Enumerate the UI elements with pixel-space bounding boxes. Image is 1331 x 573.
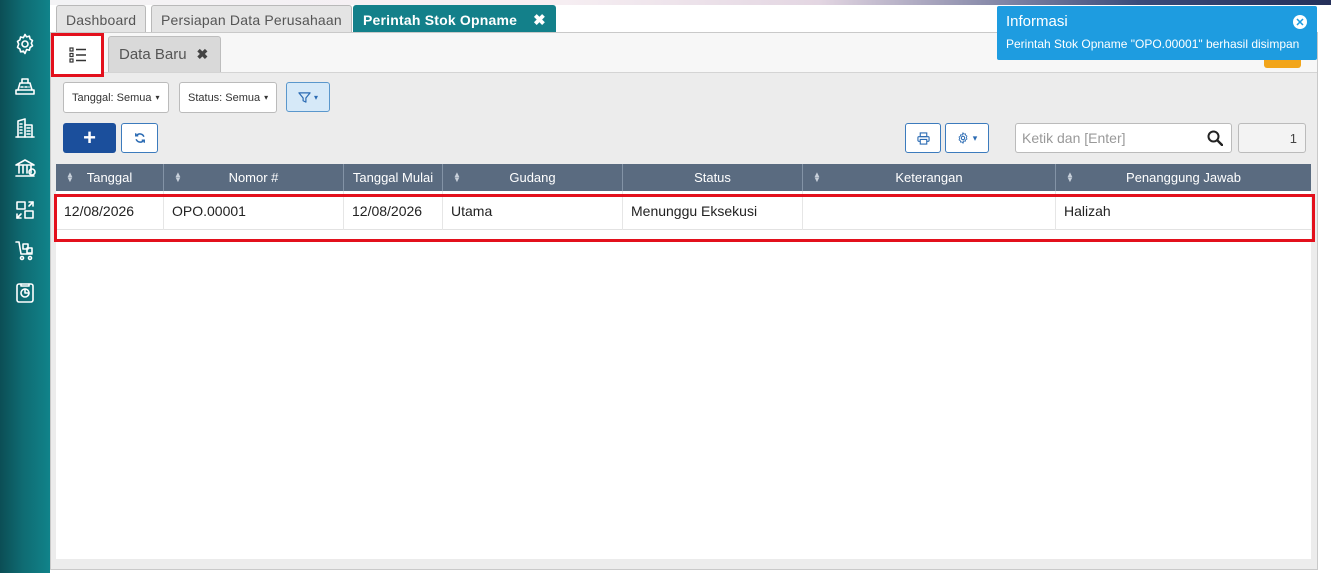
inventory-transfer-icon[interactable]: [11, 196, 39, 224]
sort-icon: ▲ ▼: [453, 170, 461, 184]
settings-button[interactable]: ▾: [945, 123, 989, 153]
grid-header: ▲ ▼ Tanggal ▲ ▼ Nomor # Tanggal Mulai ▲ ▼ G…: [56, 164, 1311, 191]
cell-keterangan: [803, 191, 1056, 230]
close-icon[interactable]: ✖: [533, 11, 546, 29]
filter-icon: [298, 91, 311, 103]
notification-toast: Informasi Perintah Stok Opname "OPO.0000…: [997, 6, 1317, 60]
column-label: Gudang: [509, 170, 556, 185]
cell-nomor: OPO.00001: [164, 191, 344, 230]
tab-data-baru[interactable]: Data Baru ✖: [108, 36, 222, 72]
tab-label: Perintah Stok Opname: [363, 11, 518, 28]
sort-icon: ▲ ▼: [1066, 170, 1074, 184]
print-button[interactable]: [905, 123, 941, 153]
chevron-down-icon: ▾: [155, 93, 160, 102]
column-label: Penanggung Jawab: [1126, 170, 1241, 185]
plus-icon: +: [83, 125, 96, 150]
gear-icon: [958, 132, 968, 144]
filter-label: Tanggal: Semua: [72, 91, 152, 104]
tab-persiapan-data-perusahaan[interactable]: Persiapan Data Perusahaan: [151, 5, 352, 33]
cell-penanggung-jawab: Halizah: [1064, 202, 1111, 219]
list-icon: [68, 47, 86, 63]
building-icon[interactable]: [11, 114, 39, 142]
cash-register-icon[interactable]: [11, 72, 39, 100]
sort-icon: ▲ ▼: [66, 170, 74, 184]
search-box: [1015, 123, 1232, 153]
table-row[interactable]: 12/08/2026 OPO.00001 12/08/2026 Utama Me…: [56, 191, 1311, 230]
orange-button[interactable]: [1264, 60, 1301, 68]
print-icon: [916, 131, 930, 145]
column-label: Status: [694, 170, 731, 185]
list-view-tab[interactable]: [51, 33, 104, 77]
column-header-tanggal-mulai[interactable]: Tanggal Mulai: [344, 164, 443, 191]
search-input[interactable]: [1016, 124, 1196, 152]
column-header-gudang[interactable]: ▲ ▼ Gudang: [443, 164, 623, 191]
toast-title: Informasi: [1006, 13, 1068, 30]
column-header-keterangan[interactable]: ▲ ▼ Keterangan: [803, 164, 1056, 191]
sidebar: [0, 0, 50, 573]
filter-button[interactable]: ▾: [286, 82, 330, 112]
filter-tanggal[interactable]: Tanggal: Semua ▾: [63, 82, 169, 113]
close-icon[interactable]: ✕: [1293, 15, 1307, 29]
toast-message: Perintah Stok Opname "OPO.00001" berhasi…: [1006, 37, 1300, 51]
refresh-button[interactable]: [121, 123, 158, 153]
tab-dashboard[interactable]: Dashboard: [56, 5, 147, 33]
column-header-status[interactable]: Status: [623, 164, 803, 191]
column-label: Tanggal Mulai: [352, 170, 434, 185]
filter-label: Status: Semua: [188, 91, 261, 104]
column-header-nomor[interactable]: ▲ ▼ Nomor #: [164, 164, 344, 191]
filter-status[interactable]: Status: Semua ▾: [179, 82, 278, 113]
chevron-down-icon: ▾: [313, 92, 318, 102]
column-label: Nomor #: [228, 170, 279, 185]
tab-label: Dashboard: [66, 11, 137, 28]
cart-icon[interactable]: [11, 237, 39, 265]
report-icon[interactable]: [11, 279, 39, 307]
sort-icon: ▲ ▼: [174, 170, 182, 184]
column-header-penanggung-jawab[interactable]: ▲ ▼ Penanggung Jawab: [1056, 164, 1311, 191]
tab-label: Data Baru: [119, 46, 187, 63]
refresh-icon: [134, 133, 145, 143]
column-label: Keterangan: [895, 170, 963, 185]
page-number-field[interactable]: 1: [1238, 123, 1306, 153]
chevron-down-icon: ▾: [972, 132, 978, 143]
add-button[interactable]: +: [63, 123, 116, 153]
cell-gudang: Utama: [443, 191, 623, 230]
bank-icon[interactable]: [11, 154, 39, 182]
page-number: 1: [1289, 130, 1297, 146]
cell-tanggal: 12/08/2026: [56, 191, 164, 230]
column-header-tanggal[interactable]: ▲ ▼ Tanggal: [56, 164, 164, 191]
gear-icon[interactable]: [11, 30, 39, 58]
search-icon[interactable]: [1207, 130, 1223, 146]
data-grid: ▲ ▼ Tanggal ▲ ▼ Nomor # Tanggal Mulai ▲ ▼ G…: [56, 164, 1311, 559]
chevron-down-icon: ▾: [264, 93, 269, 102]
cell-tanggal-mulai: 12/08/2026: [344, 191, 443, 230]
sort-icon: ▲ ▼: [813, 170, 821, 184]
content-panel: Data Baru ✖ Tanggal: Semua ▾ Status: Sem…: [50, 32, 1318, 570]
cell-status: Menunggu Eksekusi: [623, 191, 803, 230]
tab-label: Persiapan Data Perusahaan: [161, 11, 342, 28]
column-label: Tanggal: [86, 170, 133, 185]
close-icon[interactable]: ✖: [197, 46, 209, 63]
tab-perintah-stok-opname[interactable]: Perintah Stok Opname ✖: [353, 5, 556, 33]
